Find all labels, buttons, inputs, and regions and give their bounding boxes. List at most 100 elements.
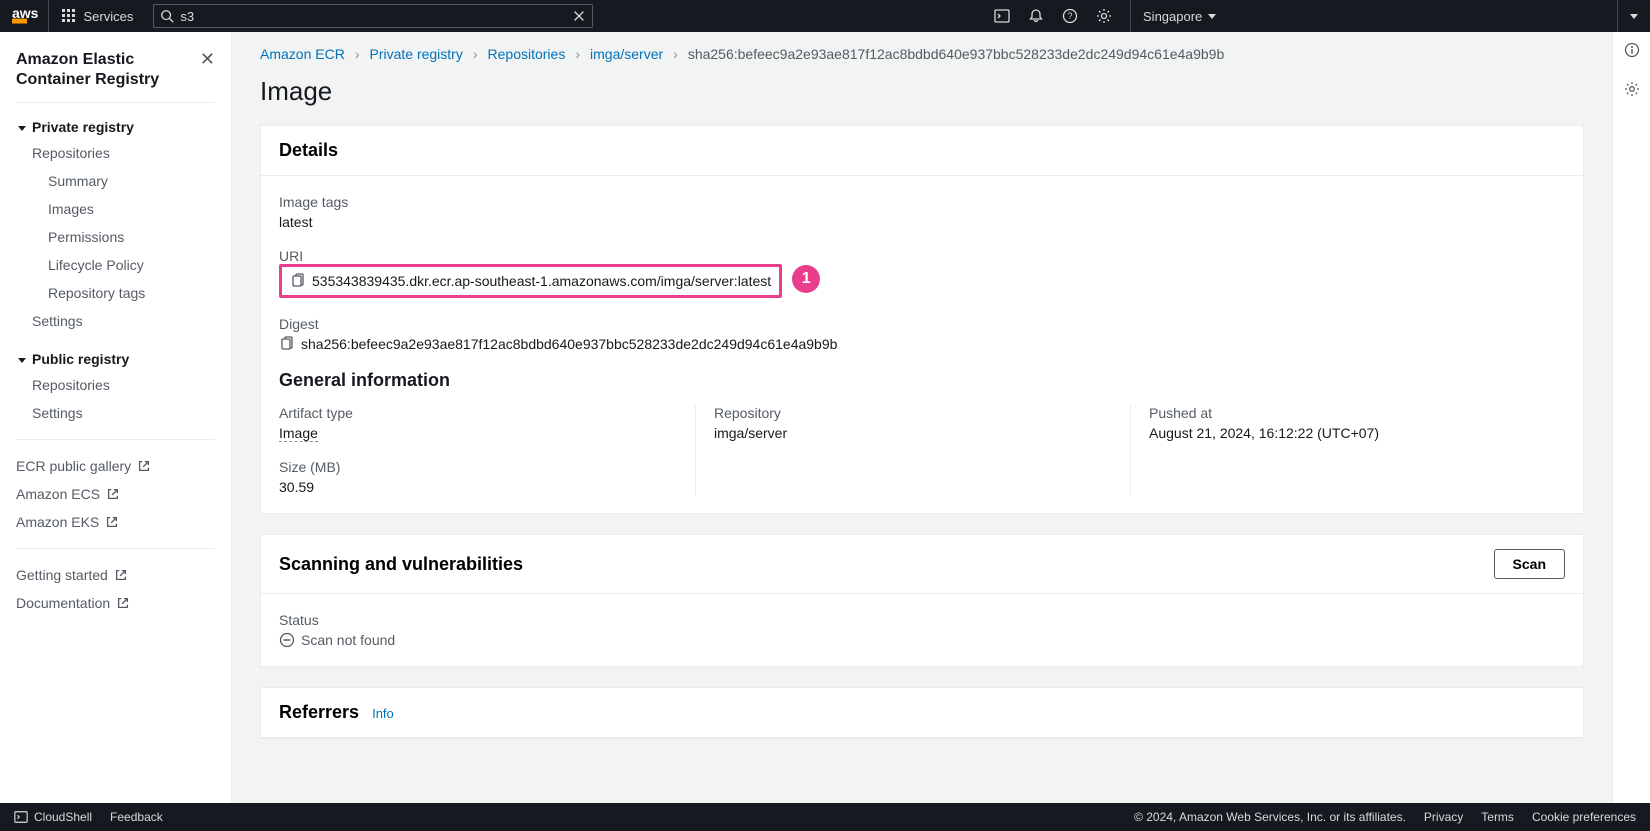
uri-highlight: 535343839435.dkr.ecr.ap-southeast-1.amaz… [279,264,782,298]
search-input[interactable] [180,9,566,24]
sidebar-item-getting-started[interactable]: Getting started [16,561,215,589]
sidebar-ext-label: ECR public gallery [16,458,131,474]
aws-logo[interactable]: aws ▀▀▀ [12,0,49,32]
sidebar-item-private-settings[interactable]: Settings [16,307,215,335]
panel-referrers: Referrers Info [260,687,1584,739]
minus-circle-icon [279,632,295,648]
main-content: Amazon ECR › Private registry › Reposito… [232,32,1612,803]
global-search[interactable] [153,4,593,28]
page-title: Image [260,76,1584,107]
size-label: Size (MB) [279,459,677,475]
footer-copyright: © 2024, Amazon Web Services, Inc. or its… [1134,810,1406,824]
services-label: Services [83,9,133,24]
help-icon[interactable]: ? [1062,8,1078,24]
pushed-at-value: August 21, 2024, 16:12:22 (UTC+07) [1149,425,1547,441]
sidebar-item-documentation[interactable]: Documentation [16,589,215,617]
panel-details: Details Image tags latest URI 5353438394… [260,125,1584,514]
preferences-panel-icon[interactable] [1624,81,1640,102]
footer-terms[interactable]: Terms [1481,810,1514,824]
chevron-right-icon: › [473,46,478,62]
uri-value: 535343839435.dkr.ecr.ap-southeast-1.amaz… [312,273,771,289]
digest-label: Digest [279,316,1565,332]
sidebar-item-ecs[interactable]: Amazon ECS [16,480,215,508]
artifact-type-label: Artifact type [279,405,677,421]
external-link-icon [114,568,128,582]
settings-icon[interactable] [1096,8,1112,24]
breadcrumb-repo-name[interactable]: imga/server [590,46,663,62]
sidebar-ext-label: Documentation [16,595,110,611]
footer-cloudshell[interactable]: CloudShell [34,810,92,824]
sidebar-ext-label: Amazon EKS [16,514,99,530]
external-link-icon [106,487,120,501]
sidebar-item-repotags[interactable]: Repository tags [16,279,215,307]
annotation-badge: 1 [792,265,820,293]
nav-section-private[interactable]: Private registry [16,115,215,139]
external-link-icon [105,515,119,529]
sidebar-item-permissions[interactable]: Permissions [16,223,215,251]
nav-section-private-label: Private registry [32,119,134,135]
panel-scanning-heading: Scanning and vulnerabilities [279,554,523,575]
digest-value: sha256:befeec9a2e93ae817f12ac8bdbd640e93… [301,336,837,352]
repository-value: imga/server [714,425,1112,441]
close-sidebar-icon[interactable]: ✕ [200,50,215,68]
top-nav: aws ▀▀▀ Services ? Singapore [0,0,1650,32]
sidebar-item-lifecycle[interactable]: Lifecycle Policy [16,251,215,279]
footer-feedback[interactable]: Feedback [110,810,163,824]
breadcrumb-private-registry[interactable]: Private registry [369,46,462,62]
notifications-icon[interactable] [1028,8,1044,24]
repository-label: Repository [714,405,1112,421]
chevron-right-icon: › [673,46,678,62]
external-link-icon [116,596,130,610]
clear-search-icon[interactable] [572,9,586,23]
info-panel-icon[interactable] [1624,42,1640,63]
caret-down-icon [16,351,26,367]
scan-button[interactable]: Scan [1494,549,1565,579]
cloudshell-icon[interactable] [994,8,1010,24]
sidebar-item-public-settings[interactable]: Settings [16,399,215,427]
region-selector[interactable]: Singapore [1130,0,1216,32]
size-value: 30.59 [279,479,677,495]
sidebar-title: Amazon Elastic Container Registry [16,50,200,90]
scan-status-label: Status [279,612,1565,628]
sidebar-item-public-repositories[interactable]: Repositories [16,371,215,399]
copy-icon[interactable] [290,273,306,289]
chevron-right-icon: › [575,46,580,62]
account-menu[interactable] [1617,0,1638,32]
sidebar-item-repositories[interactable]: Repositories [16,139,215,167]
sidebar-item-images[interactable]: Images [16,195,215,223]
general-information-heading: General information [279,370,1565,391]
svg-text:?: ? [1068,11,1073,21]
footer-cookies[interactable]: Cookie preferences [1532,810,1636,824]
pushed-at-label: Pushed at [1149,405,1547,421]
grid-icon [61,8,77,24]
sidebar-item-ecr-gallery[interactable]: ECR public gallery [16,452,215,480]
chevron-right-icon: › [355,46,360,62]
image-tags-label: Image tags [279,194,1565,210]
breadcrumb: Amazon ECR › Private registry › Reposito… [260,46,1584,62]
uri-label: URI [279,248,1565,264]
referrers-info-link[interactable]: Info [372,706,394,721]
panel-details-heading: Details [279,140,338,161]
sidebar: Amazon Elastic Container Registry ✕ Priv… [0,32,232,803]
nav-section-public[interactable]: Public registry [16,347,215,371]
cloudshell-icon [14,810,28,824]
nav-section-public-label: Public registry [32,351,129,367]
sidebar-item-summary[interactable]: Summary [16,167,215,195]
breadcrumb-amazon-ecr[interactable]: Amazon ECR [260,46,345,62]
image-tags-value: latest [279,214,1565,230]
sidebar-item-eks[interactable]: Amazon EKS [16,508,215,536]
external-link-icon [137,459,151,473]
search-icon [160,9,174,23]
caret-down-icon [16,119,26,135]
panel-referrers-heading: Referrers [279,702,359,722]
breadcrumb-current: sha256:befeec9a2e93ae817f12ac8bdbd640e93… [688,46,1224,62]
footer: CloudShell Feedback © 2024, Amazon Web S… [0,803,1650,831]
panel-scanning: Scanning and vulnerabilities Scan Status… [260,534,1584,667]
right-rail [1612,32,1650,803]
services-menu[interactable]: Services [61,8,141,24]
region-label: Singapore [1143,9,1202,24]
artifact-type-value: Image [279,425,318,442]
footer-privacy[interactable]: Privacy [1424,810,1463,824]
breadcrumb-repositories[interactable]: Repositories [488,46,566,62]
copy-icon[interactable] [279,336,295,352]
